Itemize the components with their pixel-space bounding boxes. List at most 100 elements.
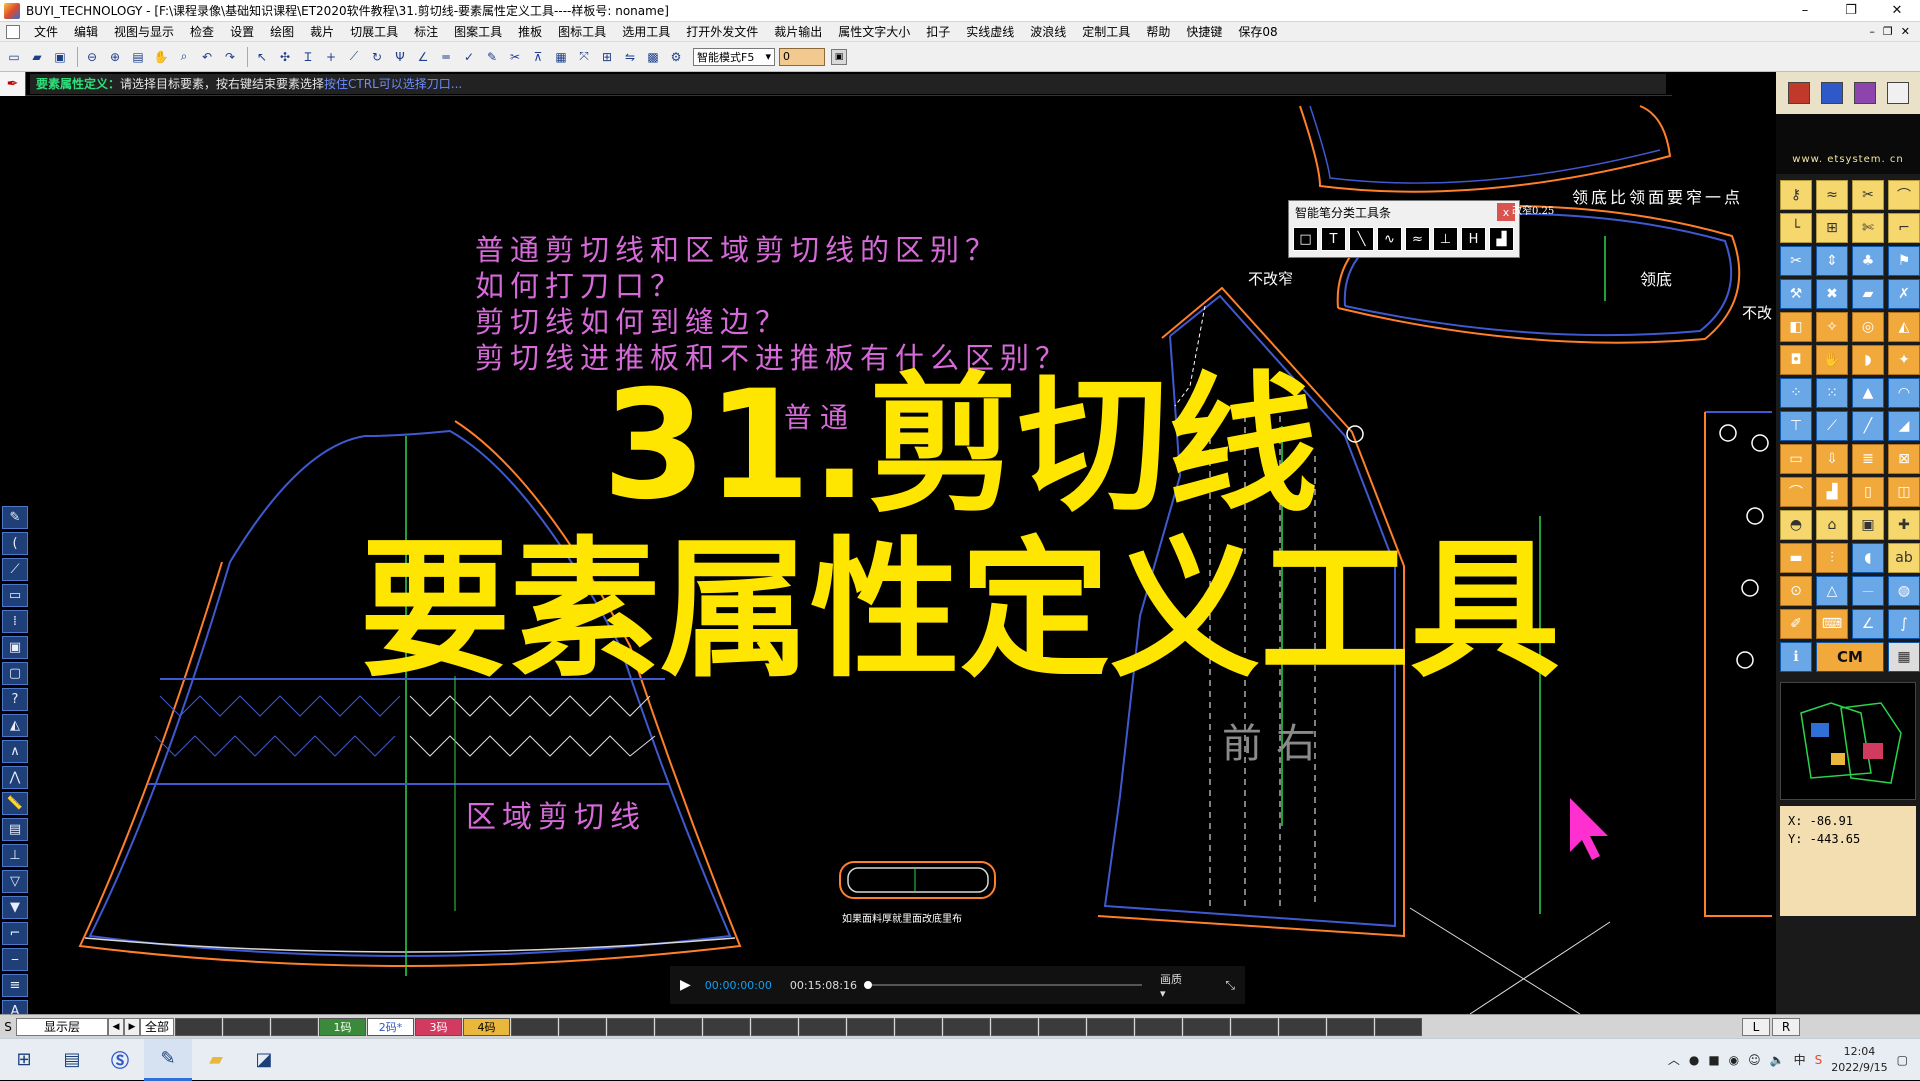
menu-annotate[interactable]: 标注 (406, 23, 446, 40)
nvidia-icon[interactable]: ■ (1708, 1053, 1719, 1067)
layer-select[interactable]: 显示层 (16, 1017, 108, 1036)
seam-icon[interactable]: ⁞ (2, 610, 28, 633)
save-icon[interactable]: ▣ (50, 47, 70, 67)
measure-icon[interactable]: ⟋ (344, 47, 364, 67)
text-tool-icon[interactable]: T (1321, 227, 1346, 251)
shirt-icon[interactable]: ♣ (1852, 246, 1884, 276)
seek-bar[interactable] (864, 981, 1142, 989)
arrows-icon[interactable]: ⇕ (1816, 246, 1848, 276)
rectangle-tool-icon[interactable]: □ (1293, 227, 1318, 251)
menu-slash-spread[interactable]: 切展工具 (342, 23, 406, 40)
page-icon[interactable]: ▯ (1852, 477, 1884, 507)
notch-icon[interactable]: ⊼ (528, 47, 548, 67)
tape-icon[interactable]: ▬ (1780, 543, 1812, 573)
frame-icon[interactable]: ▣ (2, 636, 28, 659)
prev-arrow-icon[interactable]: ◀ (108, 1017, 124, 1036)
dart-icon[interactable]: ∧ (2, 740, 28, 763)
seek-knob[interactable] (864, 981, 872, 989)
size-3[interactable]: 3码 (415, 1017, 462, 1036)
book-icon[interactable]: ▭ (1780, 444, 1812, 474)
grid-icon[interactable]: ⊞ (597, 47, 617, 67)
layer-cell[interactable] (1135, 1017, 1182, 1036)
size-2[interactable]: 2码* (367, 1017, 414, 1036)
crosshair-icon[interactable]: + (321, 47, 341, 67)
layer-cell[interactable] (271, 1017, 318, 1036)
redo-icon[interactable]: ↷ (220, 47, 240, 67)
layer-cell[interactable] (511, 1017, 558, 1036)
plus-icon[interactable]: ✚ (1888, 510, 1920, 540)
slash-icon[interactable]: ⟋ (1816, 411, 1848, 441)
mdi-minimize-button[interactable]: – (1869, 25, 1875, 38)
menu-view[interactable]: 视图与显示 (106, 23, 182, 40)
menu-edit[interactable]: 编辑 (66, 23, 106, 40)
scissors-tool-icon[interactable]: ✂ (1852, 180, 1884, 210)
dots-icon[interactable]: ⁘ (1780, 378, 1812, 408)
glove-icon[interactable]: ✋ (1816, 345, 1848, 375)
crossmark-icon[interactable]: ✖ (1816, 279, 1848, 309)
menu-save08[interactable]: 保存08 (1230, 23, 1285, 40)
zoom-in-icon[interactable]: ⊕ (105, 47, 125, 67)
measure-tool-icon[interactable]: ⏤ (1852, 576, 1884, 606)
layer-cell[interactable] (1039, 1017, 1086, 1036)
select-arrow-icon[interactable]: ↖ (252, 47, 272, 67)
color-palette-icon[interactable]: ▦ (551, 47, 571, 67)
curve-tool-icon[interactable]: ∿ (1377, 227, 1402, 251)
drawing-canvas[interactable]: 智能笔分类工具条 x □ T ╲ ∿ ≈ ⊥ H ▟ ✎ ( ⟋ ▭ ⁞ ▣ ▢… (0, 96, 1775, 1014)
fold-tool-icon[interactable]: ⌐ (1888, 213, 1920, 243)
ime-icon[interactable]: 中 (1794, 1051, 1806, 1068)
keyboard-icon[interactable]: ⌨ (1816, 609, 1848, 639)
minimize-button[interactable]: – (1782, 0, 1828, 22)
mdi-close-button[interactable]: ✕ (1901, 25, 1910, 38)
layer-cell[interactable] (223, 1017, 270, 1036)
cross-out-icon[interactable]: ⊠ (1888, 444, 1920, 474)
h-tool-icon[interactable]: H (1461, 227, 1486, 251)
menu-icon-tools[interactable]: 图标工具 (550, 23, 614, 40)
shape-icon[interactable]: ◭ (2, 714, 28, 737)
layer-cell[interactable] (1375, 1017, 1422, 1036)
unit-cm-button[interactable]: CM (1816, 642, 1884, 672)
car-icon[interactable]: ▰ (1852, 279, 1884, 309)
stack-icon[interactable]: ≣ (1852, 444, 1884, 474)
bag-icon[interactable]: ◭ (1888, 312, 1920, 342)
chat-icon[interactable]: ◉ (1729, 1053, 1739, 1067)
layer-cell[interactable] (751, 1017, 798, 1036)
network-icon[interactable]: ● (1689, 1053, 1699, 1067)
parallel-lines-icon[interactable]: ═ (436, 47, 456, 67)
bulb-icon[interactable]: ✧ (1816, 312, 1848, 342)
confirm-icon[interactable]: ▣ (831, 48, 847, 65)
scissors-icon[interactable]: ✂ (505, 47, 525, 67)
menu-draw[interactable]: 绘图 (262, 23, 302, 40)
split-icon[interactable]: ◫ (1888, 477, 1920, 507)
layer-cell[interactable] (1327, 1017, 1374, 1036)
panel-icon[interactable]: ▢ (2, 662, 28, 685)
curve-tool-icon[interactable]: ⌒ (1888, 180, 1920, 210)
layer-cell[interactable] (991, 1017, 1038, 1036)
ribbon-icon[interactable]: ✗ (1888, 279, 1920, 309)
close-button[interactable]: ✕ (1874, 0, 1920, 22)
menu-file[interactable]: 文件 (26, 23, 66, 40)
smart-pen-icon[interactable]: ✎ (2, 506, 28, 529)
snake-icon[interactable]: ∫ (1888, 609, 1920, 639)
rotate-icon[interactable]: ↻ (367, 47, 387, 67)
task-view-icon[interactable]: ▤ (48, 1039, 96, 1081)
menu-help[interactable]: 帮助 (1138, 23, 1178, 40)
layer-cell[interactable] (847, 1017, 894, 1036)
cut-tool-icon[interactable]: ✄ (1852, 213, 1884, 243)
needle-icon[interactable]: ╱ (1852, 411, 1884, 441)
volume-icon[interactable]: 🔈 (1770, 1053, 1785, 1067)
mitten-icon[interactable]: ◗ (1852, 345, 1884, 375)
chevron-up-icon[interactable]: ︿ (1668, 1051, 1680, 1068)
layer-cell[interactable] (895, 1017, 942, 1036)
open-folder-icon[interactable]: ▰ (27, 47, 47, 67)
fullscreen-icon[interactable]: ⤡ (1225, 978, 1235, 993)
notification-icon[interactable]: ▢ (1897, 1053, 1908, 1067)
rectangle-icon[interactable]: ▭ (2, 584, 28, 607)
app-red-s-icon[interactable]: S (1815, 1053, 1823, 1067)
menu-check[interactable]: 检查 (182, 23, 222, 40)
key-icon[interactable]: ⚷ (1780, 180, 1812, 210)
layer-cell[interactable] (655, 1017, 702, 1036)
pan-hand-icon[interactable]: ✋ (151, 47, 171, 67)
leaf-icon[interactable]: ✦ (1888, 345, 1920, 375)
layer-cell[interactable] (1183, 1017, 1230, 1036)
calculator-icon[interactable]: ▩ (643, 47, 663, 67)
